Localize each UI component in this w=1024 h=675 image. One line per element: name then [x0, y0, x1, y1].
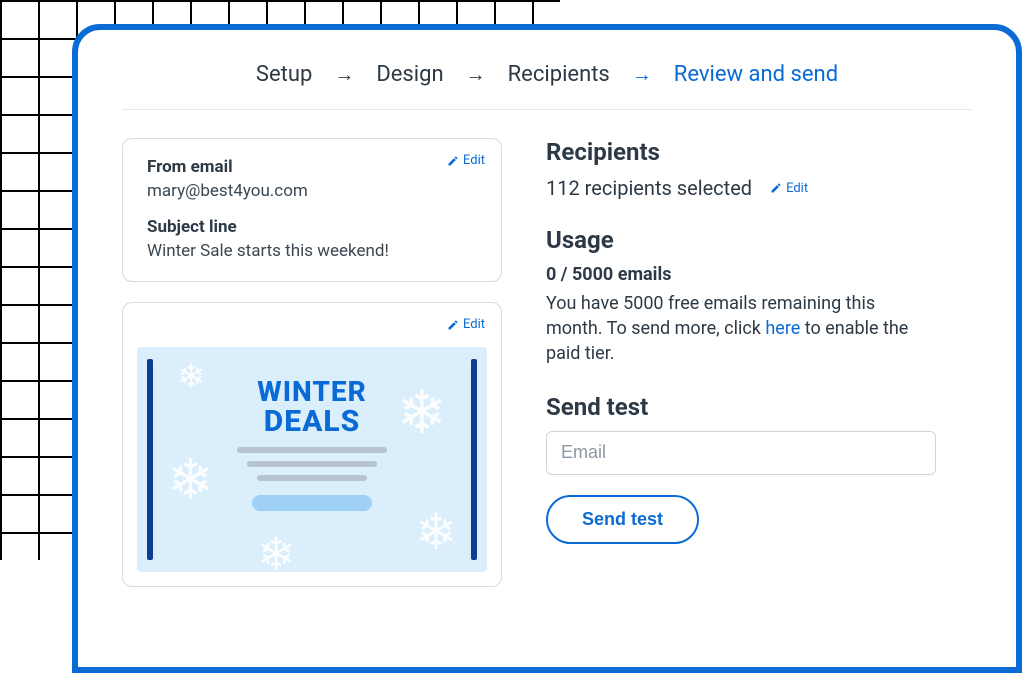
preview-cta-placeholder	[252, 495, 372, 511]
step-setup[interactable]: Setup	[256, 62, 312, 87]
usage-heading: Usage	[546, 226, 972, 254]
test-email-input[interactable]	[546, 431, 936, 475]
preview-headline-2: DEALS	[137, 404, 487, 439]
setup-summary-panel: Edit From email mary@best4you.com Subjec…	[122, 138, 502, 282]
preview-text-placeholder	[247, 461, 377, 467]
pencil-icon	[770, 182, 782, 194]
step-review-and-send[interactable]: Review and send	[674, 62, 838, 87]
edit-label: Edit	[463, 153, 485, 168]
arrow-icon: →	[466, 62, 486, 87]
snowflake-icon: ❄	[415, 503, 457, 562]
edit-setup-button[interactable]: Edit	[447, 153, 485, 168]
preview-text-placeholder	[257, 475, 367, 481]
email-preview: ❄ ❄ ❄ ❄ ❄ WINTER DEALS	[137, 347, 487, 572]
design-preview-panel: Edit ❄ ❄ ❄ ❄ ❄ WINTER DEALS	[122, 302, 502, 587]
enable-paid-tier-link[interactable]: here	[765, 318, 800, 339]
preview-text-placeholder	[237, 447, 387, 453]
from-email-value: mary@best4you.com	[147, 181, 481, 201]
subject-line-label: Subject line	[147, 217, 481, 237]
usage-count: 0 / 5000 emails	[546, 264, 972, 285]
pencil-icon	[447, 319, 459, 331]
stepper: Setup → Design → Recipients → Review and…	[122, 62, 972, 110]
edit-design-button[interactable]: Edit	[447, 317, 485, 332]
edit-label: Edit	[786, 181, 808, 196]
edit-label: Edit	[463, 317, 485, 332]
send-test-heading: Send test	[546, 393, 972, 421]
arrow-icon: →	[334, 62, 354, 87]
from-email-label: From email	[147, 157, 481, 177]
subject-line-value: Winter Sale starts this weekend!	[147, 241, 481, 261]
arrow-icon: →	[632, 62, 652, 87]
recipients-summary: 112 recipients selected	[546, 176, 752, 200]
recipients-heading: Recipients	[546, 138, 972, 166]
send-test-button[interactable]: Send test	[546, 495, 699, 544]
step-design[interactable]: Design	[376, 62, 443, 87]
pencil-icon	[447, 155, 459, 167]
snowflake-icon: ❄	[257, 527, 296, 572]
usage-body: You have 5000 free emails remaining this…	[546, 291, 926, 367]
review-card: Setup → Design → Recipients → Review and…	[72, 24, 1022, 673]
edit-recipients-button[interactable]: Edit	[770, 181, 808, 196]
step-recipients[interactable]: Recipients	[508, 62, 610, 87]
